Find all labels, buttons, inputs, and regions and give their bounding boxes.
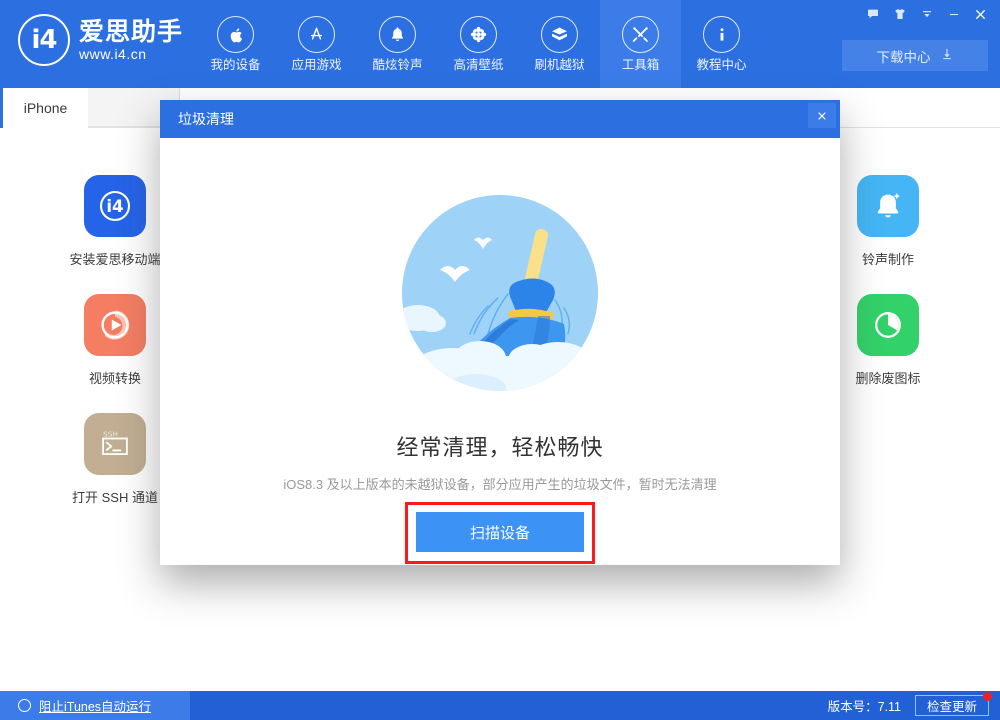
check-update-label: 检查更新	[927, 696, 977, 715]
nav-item-apps-games[interactable]: 应用游戏	[276, 0, 357, 88]
nav-item-wallpapers[interactable]: 高清壁纸	[438, 0, 519, 88]
main-navigation: 我的设备 应用游戏	[195, 0, 762, 88]
nav-item-tutorials[interactable]: 教程中心	[681, 0, 762, 88]
scan-device-button[interactable]: 扫描设备	[416, 512, 584, 552]
tool-install-i4-mobile[interactable]: i4 安装爱思移动端	[55, 175, 175, 268]
skin-icon[interactable]	[886, 2, 913, 26]
dialog-title: 垃圾清理	[178, 100, 234, 138]
brand-name: 爱思助手	[79, 18, 183, 46]
status-right-group: 版本号：7.11 检查更新	[828, 691, 989, 720]
tool-open-ssh-channel[interactable]: SSH 打开 SSH 通道	[55, 413, 175, 506]
broom-cleaning-clouds-illustration	[380, 190, 620, 421]
status-bar: 阻止iTunes自动运行 版本号：7.11 检查更新	[0, 691, 1000, 720]
ssh-terminal-icon: SSH	[84, 413, 146, 475]
window-controls	[859, 2, 994, 26]
radio-circle-icon	[18, 699, 31, 712]
nav-label: 工具箱	[622, 58, 660, 72]
tool-column-left: i4 安装爱思移动端 视频转换 SSH	[55, 175, 175, 532]
tool-label: 安装爱思移动端	[69, 249, 160, 268]
tool-label: 铃声制作	[862, 249, 914, 268]
nav-label: 应用游戏	[291, 58, 341, 72]
app-header: i4 爱思助手 www.i4.cn 我的设备	[0, 0, 1000, 88]
svg-text:SSH: SSH	[103, 430, 118, 439]
brand-text: 爱思助手 www.i4.cn	[79, 18, 183, 63]
flower-icon	[460, 16, 497, 53]
check-update-button[interactable]: 检查更新	[915, 695, 989, 716]
menu-dropdown-icon[interactable]	[913, 2, 940, 26]
tool-label: 视频转换	[89, 368, 141, 387]
delete-junk-icon	[857, 294, 919, 356]
block-itunes-label: 阻止iTunes自动运行	[39, 696, 151, 715]
tool-column-right: 铃声制作 删除废图标	[828, 175, 948, 413]
dialog-close-icon[interactable]	[808, 103, 836, 128]
tool-label: 删除废图标	[855, 368, 920, 387]
nav-label: 酷炫铃声	[372, 58, 422, 72]
i4-app-icon: i4	[84, 175, 146, 237]
nav-label: 刷机越狱	[534, 58, 584, 72]
nav-item-ringtones[interactable]: 酷炫铃声	[357, 0, 438, 88]
ringtone-bell-icon	[857, 175, 919, 237]
block-itunes-toggle[interactable]: 阻止iTunes自动运行	[0, 691, 190, 720]
tool-delete-junk-icons[interactable]: 删除废图标	[828, 294, 948, 387]
tool-label: 打开 SSH 通道	[72, 487, 158, 506]
video-convert-icon	[84, 294, 146, 356]
close-icon[interactable]	[967, 2, 994, 26]
nav-label: 教程中心	[696, 58, 746, 72]
download-center-button[interactable]: 下载中心	[842, 40, 988, 71]
svg-text:i4: i4	[106, 197, 123, 216]
brand-url: www.i4.cn	[79, 46, 183, 63]
device-tab-iphone[interactable]: iPhone	[3, 88, 88, 128]
application-window: i4 爱思助手 www.i4.cn 我的设备	[0, 0, 1000, 720]
nav-item-my-device[interactable]: 我的设备	[195, 0, 276, 88]
update-badge-dot	[983, 692, 992, 701]
download-center-label: 下载中心	[877, 46, 931, 66]
tool-ringtone-maker[interactable]: 铃声制作	[828, 175, 948, 268]
download-icon	[940, 47, 954, 64]
nav-item-flash-jailbreak[interactable]: 刷机越狱	[519, 0, 600, 88]
dialog-heading: 经常清理，轻松畅快	[160, 430, 840, 462]
message-icon[interactable]	[859, 2, 886, 26]
dialog-body: 经常清理，轻松畅快 iOS8.3 及以上版本的未越狱设备，部分应用产生的垃圾文件…	[160, 138, 840, 565]
minimize-icon[interactable]	[940, 2, 967, 26]
appstore-icon	[298, 16, 335, 53]
dialog-subtext: iOS8.3 及以上版本的未越狱设备，部分应用产生的垃圾文件，暂时无法清理	[160, 474, 840, 493]
brand-logo: i4 爱思助手 www.i4.cn	[18, 14, 183, 66]
info-icon	[703, 16, 740, 53]
bell-icon	[379, 16, 416, 53]
tool-video-convert[interactable]: 视频转换	[55, 294, 175, 387]
junk-cleanup-dialog: 垃圾清理	[160, 100, 840, 565]
i4-logo-icon: i4	[18, 14, 70, 66]
dialog-title-bar: 垃圾清理	[160, 100, 840, 138]
apple-icon	[217, 16, 254, 53]
nav-item-toolbox[interactable]: 工具箱	[600, 0, 681, 88]
nav-label: 我的设备	[210, 58, 260, 72]
version-label: 版本号：7.11	[828, 696, 901, 715]
tools-icon	[622, 16, 659, 53]
open-box-icon	[541, 16, 578, 53]
nav-label: 高清壁纸	[453, 58, 503, 72]
